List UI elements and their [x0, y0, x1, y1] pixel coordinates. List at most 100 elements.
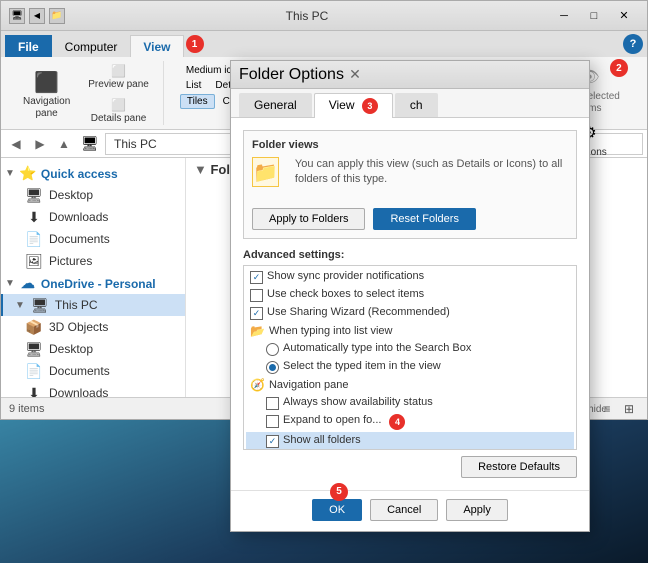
- address-path-text: This PC: [114, 137, 157, 151]
- sidebar-item-documents[interactable]: 📄 Documents: [1, 228, 185, 250]
- dialog-tabs: General View 3 ch: [231, 89, 589, 118]
- this-pc-icon: 🖥: [31, 297, 49, 314]
- back-history-icon: ◀: [29, 8, 45, 24]
- dialog-tab-general[interactable]: General: [239, 93, 312, 117]
- setting-availability[interactable]: Always show availability status: [246, 394, 574, 412]
- setting-show-sync[interactable]: ✓ Show sync provider notifications: [246, 268, 574, 286]
- dialog-close-button[interactable]: ✕: [344, 65, 366, 85]
- tab-view[interactable]: View: [130, 35, 183, 57]
- close-button[interactable]: ✕: [609, 6, 639, 26]
- setting-sharing-wizard-checkbox: ✓: [250, 307, 263, 320]
- folder-views-section: Folder views 📁 You can apply this view (…: [243, 130, 577, 239]
- setting-show-all-folders-check: ✓: [269, 436, 277, 447]
- this-pc-label: This PC: [55, 298, 98, 312]
- setting-show-sync-label: Show sync provider notifications: [267, 270, 424, 282]
- setting-auto-type-label: Automatically type into the Search Box: [283, 342, 471, 354]
- 3d-objects-label: 3D Objects: [49, 320, 108, 334]
- tab-file[interactable]: File: [5, 35, 52, 57]
- setting-auto-type[interactable]: Automatically type into the Search Box: [246, 340, 574, 358]
- ok-button[interactable]: OK: [312, 499, 362, 521]
- nav-pane-section-icon: 🧭: [250, 378, 265, 392]
- reset-folders-button[interactable]: Reset Folders: [373, 208, 475, 230]
- preview-pane-button[interactable]: ⬜ Preview pane: [82, 61, 155, 93]
- dialog-tab-general-label: General: [254, 98, 297, 112]
- cancel-button[interactable]: Cancel: [370, 499, 438, 521]
- forward-button[interactable]: ▶: [29, 134, 51, 154]
- window-icon: 🖥: [9, 8, 25, 24]
- sidebar-item-downloads[interactable]: ⬇ Downloads: [1, 206, 185, 228]
- apply-button[interactable]: Apply: [446, 499, 508, 521]
- advanced-label: Advanced settings:: [243, 249, 577, 261]
- details-pane-label: Details pane: [91, 113, 147, 125]
- sidebar-item-desktop1[interactable]: 🖥 Desktop: [1, 184, 185, 206]
- setting-sharing-wizard[interactable]: ✓ Use Sharing Wizard (Recommended): [246, 304, 574, 322]
- advanced-section: Advanced settings: ✓ Show sync provider …: [243, 249, 577, 450]
- status-items-count: 9 items: [9, 403, 44, 415]
- setting-check-boxes[interactable]: Use check boxes to select items: [246, 286, 574, 304]
- badge-3: 3: [362, 98, 378, 114]
- setting-sharing-wizard-check: ✓: [253, 308, 261, 319]
- advanced-settings-list[interactable]: ✓ Show sync provider notifications Use c…: [243, 265, 577, 450]
- setting-expand[interactable]: Expand to open fo... 4: [246, 412, 574, 432]
- sidebar-item-pictures[interactable]: 🖼 Pictures: [1, 250, 185, 272]
- sidebar-item-3d-objects[interactable]: 📦 3D Objects: [1, 316, 185, 338]
- setting-show-sync-check: ✓: [253, 272, 261, 283]
- downloads2-label: Downloads: [49, 386, 108, 397]
- list-button[interactable]: List: [180, 79, 208, 92]
- setting-expand-checkbox: [266, 415, 279, 428]
- setting-auto-type-radio: [266, 343, 279, 356]
- dialog-tab-search[interactable]: ch: [395, 93, 438, 117]
- back-button[interactable]: ◀: [5, 134, 27, 154]
- ribbon-section-panes: ⬛ Navigation pane ⬜ Preview pane ⬜ Detai…: [9, 61, 164, 125]
- title-bar: 🖥 ◀ 📁 This PC ─ □ ✕: [1, 1, 647, 31]
- maximize-button[interactable]: □: [579, 6, 609, 26]
- quick-access-header[interactable]: ▼ ⭐ Quick access: [1, 162, 185, 184]
- large-icons-view-button[interactable]: ⊞: [619, 401, 639, 417]
- downloads2-icon: ⬇: [25, 385, 43, 398]
- restore-defaults-button[interactable]: Restore Defaults: [461, 456, 577, 478]
- setting-availability-checkbox: [266, 397, 279, 410]
- pictures-icon: 🖼: [25, 253, 43, 270]
- desktop1-icon: 🖥: [25, 187, 43, 204]
- onedrive-arrow: ▼: [5, 278, 15, 289]
- tab-computer[interactable]: Computer: [52, 35, 131, 57]
- setting-availability-label: Always show availability status: [283, 396, 433, 408]
- title-bar-icons: 🖥 ◀ 📁: [9, 8, 65, 24]
- folder-options-dialog: Folder Options ✕ General View 3 ch Folde…: [230, 60, 590, 532]
- badge-2: 2: [610, 59, 628, 77]
- details-pane-button[interactable]: ⬜ Details pane: [82, 95, 155, 127]
- typing-section-label: When typing into list view: [269, 325, 393, 337]
- navigation-pane-button[interactable]: ⬛ Navigation pane: [17, 66, 76, 122]
- setting-show-all-folders-label: Show all folders: [283, 434, 361, 446]
- up-button[interactable]: ▲: [53, 134, 75, 154]
- sidebar-item-desktop2[interactable]: 🖥 Desktop: [1, 338, 185, 360]
- ribbon-tabs: File Computer View 1 ?: [1, 31, 647, 57]
- onedrive-header[interactable]: ▼ ☁ OneDrive - Personal: [1, 272, 185, 294]
- dialog-footer: 5 OK Cancel Apply: [231, 490, 589, 531]
- tiles-button[interactable]: Tiles: [180, 94, 215, 109]
- sidebar-item-documents2[interactable]: 📄 Documents: [1, 360, 185, 382]
- setting-select-typed-label: Select the typed item in the view: [283, 360, 441, 372]
- nav-pane-label: Navigation pane: [23, 96, 70, 120]
- window-title: This PC: [65, 9, 549, 23]
- setting-check-boxes-checkbox: [250, 289, 263, 302]
- setting-select-typed[interactable]: Select the typed item in the view: [246, 358, 574, 376]
- dialog-tab-view[interactable]: View 3: [314, 93, 393, 118]
- setting-expand-label: Expand to open fo...: [283, 414, 381, 426]
- setting-show-all-folders[interactable]: ✓ Show all folders: [246, 432, 574, 450]
- preview-pane-icon: ⬜: [111, 63, 127, 79]
- sidebar: ▼ ⭐ Quick access 🖥 Desktop ⬇ Downloads 📄…: [1, 158, 186, 397]
- help-icon[interactable]: ?: [623, 34, 643, 54]
- apply-to-folders-button[interactable]: Apply to Folders: [252, 208, 365, 230]
- folder-icon: 📁: [49, 8, 65, 24]
- pc-icon: 🖥: [81, 135, 99, 153]
- minimize-button[interactable]: ─: [549, 6, 579, 26]
- 3d-objects-icon: 📦: [25, 319, 43, 336]
- sidebar-item-this-pc[interactable]: ▼ 🖥 This PC: [1, 294, 185, 316]
- quick-access-label: Quick access: [41, 167, 118, 181]
- details-pane-icon: ⬜: [111, 97, 127, 113]
- nav-pane-icon: ⬛: [33, 68, 61, 96]
- documents2-label: Documents: [49, 364, 110, 378]
- onedrive-label: OneDrive - Personal: [41, 277, 156, 291]
- sidebar-item-downloads2[interactable]: ⬇ Downloads: [1, 382, 185, 397]
